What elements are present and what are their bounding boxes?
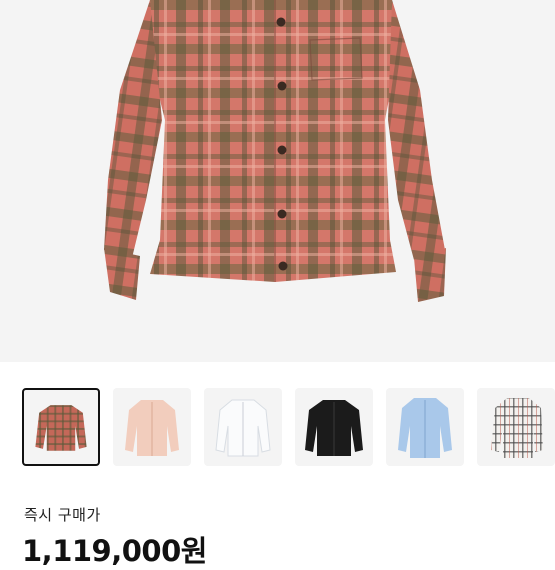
price-value: 1,119,000원 [22, 534, 207, 568]
thumbnail-light-blue[interactable] [386, 388, 464, 466]
shirt-icon [398, 398, 452, 458]
plaid-shirt-photo [104, 0, 446, 302]
thumbnail-white[interactable] [204, 388, 282, 466]
shirt-icon [35, 405, 87, 451]
thumbnail-plaid-red-green[interactable] [22, 388, 100, 466]
product-main-image[interactable] [0, 0, 555, 362]
thumbnail-black[interactable] [295, 388, 373, 466]
shirt-icon [125, 400, 179, 456]
shirt-icon [215, 399, 271, 457]
thumbnail-plaid-white-grey[interactable] [477, 388, 555, 466]
thumbnail-strip [22, 388, 555, 470]
instant-buy-price-label: 즉시 구매가 [24, 506, 101, 524]
thumbnail-blush-pink[interactable] [113, 388, 191, 466]
shirt-icon [305, 400, 363, 456]
shirt-icon [491, 398, 543, 458]
